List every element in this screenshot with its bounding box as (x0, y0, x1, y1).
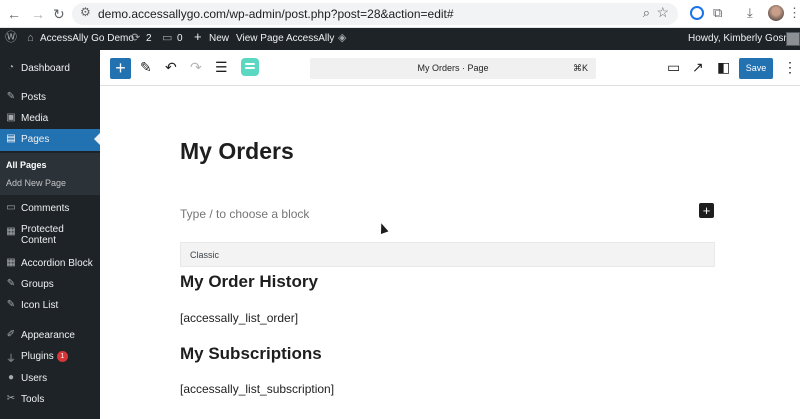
view-page-link[interactable]: View Page (236, 33, 284, 45)
media-icon: ▣ (6, 112, 16, 123)
comments-icon[interactable]: ▭ (162, 32, 172, 44)
sidebar-item-label: Icon List (21, 300, 59, 311)
pages-icon: ▤ (6, 133, 16, 144)
comments-icon: ▭ (6, 202, 16, 213)
url-text[interactable]: demo.accessallygo.com/wp-admin/post.php?… (98, 7, 454, 21)
sidebar-item-label: Dashboard (21, 63, 70, 74)
sidebar-item-plugins[interactable]: ⏚ Plugins 1 (0, 346, 100, 368)
updates-icon[interactable]: ⟳ (131, 32, 140, 44)
pin-icon: ✎ (6, 91, 16, 102)
pencil-tools-icon[interactable]: ✎ (140, 59, 152, 75)
sidebar-item-label: Comments (21, 203, 70, 214)
settings-sidebar-icon[interactable]: ◧ (717, 59, 730, 75)
sidebar-item-label: Pages (21, 134, 50, 145)
classic-block-label: Classic (190, 250, 220, 260)
forward-icon[interactable]: → (31, 5, 45, 23)
comments-count[interactable]: 0 (177, 33, 183, 45)
sidebar-item-label: Tools (21, 394, 45, 405)
sidebar-item-posts[interactable]: ✎ Posts (0, 87, 100, 109)
user-avatar[interactable] (786, 32, 800, 46)
sidebar-item-label: Posts (21, 92, 47, 103)
command-palette-bar[interactable]: My Orders · Page ⌘K (310, 58, 596, 79)
view-page-external-icon[interactable]: ↗ (692, 59, 704, 75)
sidebar-item-icon-list[interactable]: ✎ Icon List (0, 295, 100, 317)
redo-icon[interactable]: ↷ (190, 59, 202, 75)
pin-icon: ✎ (6, 278, 16, 289)
profile-avatar[interactable] (768, 5, 784, 21)
reload-icon[interactable]: ↻ (53, 5, 65, 23)
users-icon: ● (7, 372, 15, 383)
shortcode-list-order[interactable]: [accessally_list_order] (180, 311, 298, 325)
extension-icon[interactable] (690, 6, 704, 20)
plus-icon[interactable]: + (194, 30, 202, 43)
sidebar-item-tools[interactable]: ✂ Tools (0, 389, 100, 411)
shortcode-list-subscription[interactable]: [accessally_list_subscription] (180, 382, 334, 396)
block-placeholder[interactable]: Type / to choose a block (180, 207, 309, 221)
extensions-puzzle-icon[interactable]: ⧉ (713, 5, 722, 21)
block-inserter-button[interactable]: + (110, 58, 131, 79)
sidebar-item-label: Users (21, 373, 48, 384)
howdy-account[interactable]: Howdy, Kimberly Gosney (688, 33, 800, 45)
add-block-button[interactable]: + (699, 203, 714, 218)
sidebar-item-groups[interactable]: ✎ Groups (0, 274, 100, 296)
sidebar-item-comments[interactable]: ▭ Comments (0, 198, 100, 220)
block-icon: ▦ (6, 257, 16, 268)
post-title[interactable]: My Orders (180, 138, 294, 165)
site-settings-icon[interactable]: ⚙ (80, 5, 91, 19)
tools-icon: ✂ (6, 393, 16, 404)
updates-count[interactable]: 2 (146, 33, 152, 45)
zoom-icon[interactable]: ⌕ (643, 5, 650, 21)
sidebar-item-label: Plugins 1 (21, 351, 68, 362)
submenu-add-new-page[interactable]: Add New Page (6, 178, 66, 188)
submenu-all-pages[interactable]: All Pages (6, 160, 47, 170)
plugins-update-badge: 1 (56, 351, 68, 362)
sidebar-item-dashboard[interactable]: ◔ Dashboard (0, 58, 100, 80)
editor-toolbar: + ✎ ↶ ↷ ☰ My Orders · Page ⌘K ▭ ↗ ◧ Save… (100, 50, 800, 86)
undo-icon[interactable]: ↶ (165, 59, 177, 75)
back-icon[interactable]: ← (7, 5, 21, 23)
sidebar-item-accordion-block[interactable]: ▦ Accordion Block (0, 253, 100, 275)
heading-order-history[interactable]: My Order History (180, 272, 318, 292)
document-title: My Orders · Page (417, 63, 489, 73)
accessally-logo-icon[interactable] (241, 58, 259, 76)
classic-block-toolbar[interactable]: Classic (180, 242, 715, 267)
accessally-link[interactable]: AccessAlly (286, 33, 334, 45)
admin-sidebar: ◔ Dashboard ✎ Posts ▣ Media ▤ Pages All … (0, 50, 100, 419)
sidebar-item-label: Appearance (21, 330, 75, 341)
browser-toolbar: ← → ↻ ⚙ demo.accessallygo.com/wp-admin/p… (0, 0, 800, 28)
document-overview-icon[interactable]: ☰ (215, 59, 228, 75)
brush-icon: ✐ (6, 329, 16, 340)
keyboard-shortcut: ⌘K (572, 63, 588, 73)
pages-submenu: All Pages Add New Page (0, 153, 100, 195)
lock-icon: ▦ (6, 226, 16, 237)
preview-desktop-icon[interactable]: ▭ (667, 59, 680, 75)
sidebar-item-label: Media (21, 113, 49, 124)
sidebar-item-label: Protected Content (21, 224, 64, 246)
sidebar-item-label: Groups (21, 279, 54, 290)
mouse-cursor-icon (377, 221, 389, 235)
plugin-icon: ⏚ (6, 354, 16, 365)
bookmark-star-icon[interactable]: ☆ (656, 4, 669, 21)
sidebar-item-media[interactable]: ▣ Media (0, 108, 100, 130)
wp-admin-bar: Ⓦ ⌂ AccessAlly Go Demo ⟳ 2 ▭ 0 + New Vie… (0, 28, 800, 50)
diamond-icon[interactable]: ◈ (338, 32, 346, 44)
options-menu-icon[interactable]: ⋮ (783, 59, 797, 75)
dashboard-icon: ◔ (7, 62, 15, 73)
new-link[interactable]: New (209, 33, 229, 45)
pin-icon: ✎ (6, 299, 16, 310)
sidebar-item-protected-content[interactable]: ▦ Protected Content (0, 222, 100, 248)
sidebar-item-pages[interactable]: ▤ Pages (0, 129, 100, 151)
download-icon[interactable]: ⤓ (747, 5, 753, 21)
site-name-link[interactable]: AccessAlly Go Demo (40, 33, 134, 45)
wordpress-logo-icon[interactable]: Ⓦ (5, 31, 17, 43)
browser-menu-icon[interactable]: ⋮ (788, 5, 800, 21)
heading-subscriptions[interactable]: My Subscriptions (180, 344, 322, 364)
sidebar-item-users[interactable]: ● Users (0, 368, 100, 390)
sidebar-item-appearance[interactable]: ✐ Appearance (0, 325, 100, 347)
sidebar-item-label: Accordion Block (21, 258, 93, 269)
address-bar[interactable]: ⚙ demo.accessallygo.com/wp-admin/post.ph… (72, 3, 678, 25)
editor-canvas: My Orders Type / to choose a block + Cla… (100, 87, 800, 419)
save-button[interactable]: Save (739, 58, 773, 79)
home-icon[interactable]: ⌂ (27, 32, 34, 44)
